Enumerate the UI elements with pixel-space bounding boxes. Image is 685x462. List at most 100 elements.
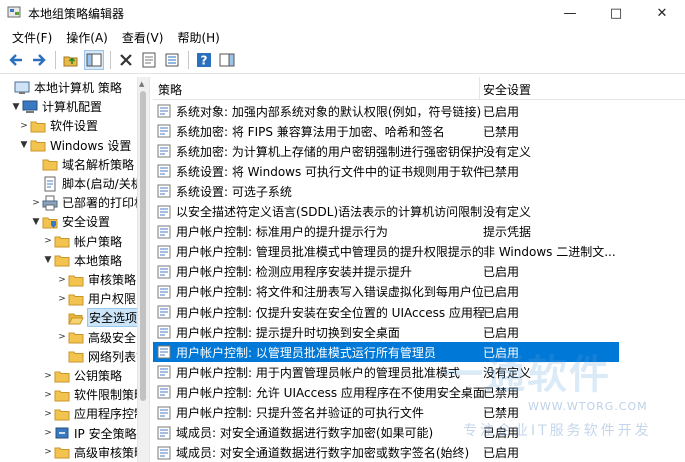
security-setting-value: 已启用 bbox=[483, 325, 520, 340]
policy-name: 系统设置: 可选子系统 bbox=[176, 184, 292, 199]
column-header-policy[interactable]: 策略 bbox=[158, 81, 182, 98]
chevron-right-icon[interactable]: > bbox=[42, 428, 54, 438]
table-row[interactable]: 以安全描述符定义语言(SDDL)语法表示的计算机访问限制 没有定义 bbox=[153, 202, 685, 222]
chevron-right-icon[interactable]: > bbox=[42, 409, 54, 419]
tree-node[interactable]: > IP 安全策略 bbox=[42, 424, 137, 443]
policy-setting-icon bbox=[157, 225, 171, 239]
table-row[interactable]: 用户帐户控制: 只提升签名并验证的可执行文件 已禁用 bbox=[153, 403, 685, 423]
tree-node[interactable]: > 公钥策略 bbox=[42, 366, 122, 385]
tree-node[interactable]: ▼ 本地策略 bbox=[42, 251, 122, 270]
tree-node-label: 本地计算机 策略 bbox=[34, 81, 122, 95]
tree-node[interactable]: 安全选项 bbox=[56, 308, 137, 328]
up-one-level-button[interactable] bbox=[61, 50, 81, 70]
table-row[interactable]: 域成员: 对安全通道数据进行数字加密或数字签名(始终) 已启用 bbox=[153, 443, 685, 462]
tree-vertical-scrollbar[interactable]: ▲ bbox=[137, 77, 150, 462]
show-hide-tree-button[interactable] bbox=[84, 50, 104, 70]
tree-node[interactable]: 本地计算机 策略 bbox=[2, 78, 122, 97]
tree-node[interactable]: > 软件设置 bbox=[18, 116, 98, 135]
table-row[interactable]: 用户帐户控制: 管理员批准模式中管理员的提升权限提示的... 非 Windows … bbox=[153, 242, 685, 262]
maximize-button[interactable]: □ bbox=[593, 0, 639, 26]
forward-button[interactable] bbox=[29, 50, 49, 70]
chevron-right-icon[interactable]: > bbox=[56, 294, 68, 304]
column-header-setting[interactable]: 安全设置 bbox=[483, 81, 531, 98]
tree-node[interactable]: ▼ Windows 设置 bbox=[18, 136, 132, 155]
table-row[interactable]: 系统设置: 将 Windows 可执行文件中的证书规则用于软件... 已禁用 bbox=[153, 161, 685, 181]
policy-setting-icon bbox=[157, 345, 171, 359]
minimize-button[interactable]: — bbox=[547, 0, 593, 26]
menu-view[interactable]: 查看(V) bbox=[116, 26, 172, 47]
folder-icon bbox=[54, 406, 70, 422]
table-row[interactable]: 用户帐户控制: 允许 UIAccess 应用程序在不使用安全桌面... 已禁用 bbox=[153, 382, 685, 402]
tree-node[interactable]: > 用户权限 bbox=[56, 289, 136, 308]
toolbar-separator bbox=[110, 51, 111, 69]
tree-node[interactable]: > 软件限制策略 bbox=[42, 385, 137, 404]
scroll-up-icon[interactable]: ▲ bbox=[139, 80, 144, 88]
tree-node[interactable]: > 高级审核策略 bbox=[42, 443, 137, 462]
chevron-right-icon[interactable]: > bbox=[18, 121, 30, 131]
policy-name: 用户帐户控制: 管理员批准模式中管理员的提升权限提示的... bbox=[176, 245, 484, 260]
policy-setting-icon bbox=[157, 285, 171, 299]
tree-node-label: IP 安全策略 bbox=[74, 426, 137, 441]
table-row[interactable]: 系统加密: 为计算机上存储的用户密钥强制进行强密钥保护 没有定义 bbox=[153, 141, 685, 161]
back-button[interactable] bbox=[6, 50, 26, 70]
tree-node[interactable]: ▼ 计算机配置 bbox=[10, 97, 102, 116]
scrollbar-thumb[interactable] bbox=[140, 91, 146, 401]
table-row[interactable]: 用户帐户控制: 仅提升安装在安全位置的 UIAccess 应用程序 已启用 bbox=[153, 302, 685, 322]
computer-icon bbox=[22, 99, 38, 115]
tree-node-label: 公钥策略 bbox=[74, 369, 123, 383]
table-row[interactable]: 用户帐户控制: 将文件和注册表写入错误虚拟化到每用户位置 已启用 bbox=[153, 282, 685, 302]
show-action-pane-button[interactable] bbox=[217, 50, 237, 70]
table-row[interactable]: 用户帐户控制: 标准用户的提升提示行为 提示凭据 bbox=[153, 222, 685, 242]
tree-node[interactable]: ▼ 安全设置 bbox=[30, 212, 110, 231]
tree-node[interactable]: > 应用程序控制 bbox=[42, 404, 137, 423]
delete-button[interactable] bbox=[116, 50, 136, 70]
help-button[interactable]: ? bbox=[194, 50, 214, 70]
table-row[interactable]: 系统设置: 可选子系统 bbox=[153, 181, 685, 201]
chevron-down-icon[interactable]: ▼ bbox=[30, 217, 42, 227]
chevron-right-icon[interactable]: > bbox=[56, 275, 68, 285]
sort-indicator-icon: ⌃ bbox=[313, 77, 321, 84]
chevron-right-icon[interactable]: > bbox=[56, 332, 68, 342]
folder-icon bbox=[68, 348, 84, 364]
menu-help[interactable]: 帮助(H) bbox=[171, 26, 227, 47]
properties-button[interactable] bbox=[139, 50, 159, 70]
close-button[interactable]: ✕ bbox=[639, 0, 685, 26]
tree-node[interactable]: 脚本(启动/关机) bbox=[30, 174, 137, 193]
table-row[interactable]: 用户帐户控制: 提示提升时切换到安全桌面 已启用 bbox=[153, 322, 685, 342]
chevron-down-icon[interactable]: ▼ bbox=[42, 255, 54, 265]
policy-setting-icon bbox=[157, 426, 171, 440]
tree-node[interactable]: > 已部署的打印机 bbox=[30, 193, 137, 212]
chevron-right-icon[interactable]: > bbox=[42, 447, 54, 457]
table-row[interactable]: 系统加密: 将 FIPS 兼容算法用于加密、哈希和签名 已禁用 bbox=[153, 121, 685, 141]
table-row[interactable]: 用户帐户控制: 用于内置管理员帐户的管理员批准模式 没有定义 bbox=[153, 362, 685, 382]
tree-node[interactable]: 网络列表管理 bbox=[56, 347, 137, 366]
table-row[interactable]: 用户帐户控制: 检测应用程序安装并提示提升 已启用 bbox=[153, 262, 685, 282]
table-row[interactable]: 域成员: 对安全通道数据进行数字加密(如果可能) 已启用 bbox=[153, 423, 685, 443]
tree-node[interactable]: > 高级安全 W bbox=[56, 328, 137, 347]
policy-setting-icon bbox=[157, 205, 171, 219]
show-hide-tree-icon bbox=[86, 53, 102, 67]
security-setting-value: 没有定义 bbox=[483, 365, 532, 380]
chevron-down-icon[interactable]: ▼ bbox=[18, 140, 30, 150]
tree-node[interactable]: > 审核策略 bbox=[56, 270, 136, 289]
table-row[interactable]: 系统对象: 加强内部系统对象的默认权限(例如，符号链接) 已启用 bbox=[153, 101, 685, 121]
menu-file[interactable]: 文件(F) bbox=[6, 26, 60, 47]
table-row[interactable]: 用户帐户控制: 以管理员批准模式运行所有管理员 已启用 bbox=[153, 342, 619, 363]
folder-icon bbox=[68, 272, 84, 288]
export-list-button[interactable] bbox=[162, 50, 182, 70]
chevron-right-icon[interactable]: > bbox=[42, 371, 54, 381]
chevron-right-icon[interactable]: > bbox=[42, 236, 54, 246]
policy-name: 域成员: 对安全通道数据进行数字加密或数字签名(始终) bbox=[176, 446, 470, 461]
tree-node[interactable]: 域名解析策略 bbox=[30, 155, 134, 174]
tree-node-label: 域名解析策略 bbox=[62, 157, 135, 172]
security-setting-value: 已禁用 bbox=[483, 124, 520, 139]
menu-action[interactable]: 操作(A) bbox=[60, 26, 116, 47]
folder-icon bbox=[30, 118, 46, 134]
policy-setting-icon bbox=[157, 104, 171, 118]
chevron-right-icon[interactable]: > bbox=[42, 390, 54, 400]
tree-node[interactable]: > 帐户策略 bbox=[42, 232, 122, 251]
delete-icon bbox=[120, 54, 132, 66]
chevron-right-icon[interactable]: > bbox=[30, 198, 42, 208]
chevron-down-icon[interactable]: ▼ bbox=[10, 102, 22, 112]
column-divider[interactable] bbox=[479, 77, 480, 99]
